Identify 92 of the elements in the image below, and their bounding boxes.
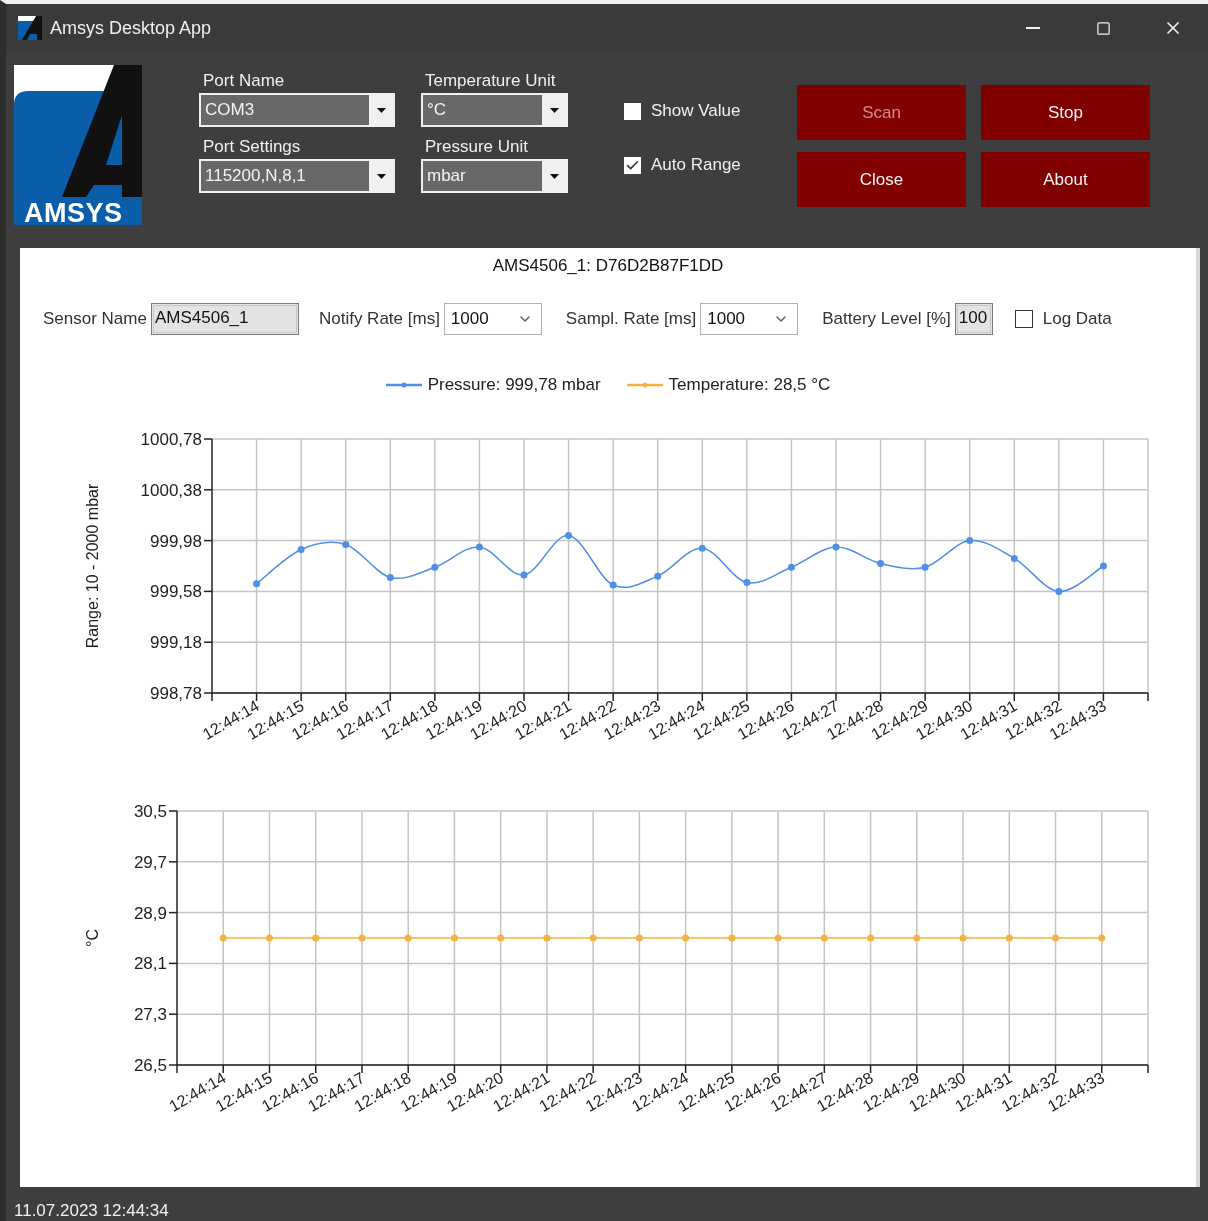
data-point	[450, 934, 458, 942]
checkbox-label: Show Value	[651, 101, 741, 121]
text-field[interactable]: 100	[954, 302, 993, 335]
data-point	[728, 934, 736, 942]
data-point	[832, 543, 840, 550]
data-point	[266, 934, 273, 942]
data-point	[913, 934, 921, 942]
y-tick-label: 26,5	[133, 1055, 167, 1075]
data-point	[565, 531, 573, 539]
combo-label: Pressure Unit	[424, 137, 529, 157]
combo-label: Port Name	[202, 71, 286, 91]
maximize-icon	[1095, 20, 1111, 36]
data-point	[774, 934, 782, 942]
legend-label: Temperature: 28,5 °C	[668, 374, 831, 395]
checkbox-label: Auto Range	[651, 155, 741, 175]
data-point	[404, 934, 412, 942]
data-point	[1098, 934, 1106, 942]
data-point	[589, 934, 597, 942]
data-point	[877, 559, 885, 567]
data-point	[253, 579, 261, 587]
y-tick-label: 999,18	[150, 632, 202, 652]
dropdown[interactable]: °C	[421, 93, 568, 127]
dropdown[interactable]: mbar	[421, 159, 568, 193]
caret-icon	[376, 107, 386, 113]
data-point	[543, 934, 551, 942]
status-timestamp: 11.07.2023 12:44:34	[13, 1200, 170, 1221]
data-point	[921, 563, 929, 571]
data-point	[297, 545, 305, 553]
field-label: Notify Rate [ms]	[318, 308, 440, 329]
combo-label: Port Settings	[202, 137, 302, 157]
action-button[interactable]: Stop	[981, 85, 1150, 140]
data-point	[386, 573, 394, 581]
combo-label: Temperature Unit	[424, 71, 557, 91]
y-tick-label: 1000,78	[140, 429, 202, 449]
data-point	[497, 934, 505, 942]
checkbox[interactable]	[624, 102, 641, 120]
caret-icon	[549, 173, 559, 179]
data-point	[743, 578, 751, 586]
data-point	[475, 543, 483, 550]
y-tick-label: 27,3	[133, 1004, 167, 1024]
data-point	[609, 581, 617, 589]
data-point	[312, 934, 320, 942]
checkbox[interactable]	[624, 156, 641, 174]
dropdown[interactable]: 1000	[700, 302, 799, 335]
data-point	[635, 934, 643, 942]
data-point	[219, 934, 227, 942]
data-point	[820, 934, 828, 942]
text-field[interactable]: AMS4506_1	[150, 302, 299, 335]
y-tick-label: 998,78	[150, 683, 202, 703]
action-button[interactable]: About	[981, 152, 1150, 207]
app-icon	[18, 16, 42, 40]
minimize-icon	[1026, 27, 1040, 29]
axis-title: °C	[84, 928, 101, 947]
y-tick-label: 999,98	[150, 531, 202, 551]
y-tick-label: 28,1	[133, 953, 167, 973]
window-title: Amsys Desktop App	[50, 17, 213, 39]
dropdown[interactable]: 1000	[443, 302, 542, 335]
axis-title: Range: 10 - 2000 mbar	[84, 483, 101, 648]
data-point	[1099, 562, 1107, 570]
data-point	[1052, 934, 1059, 942]
y-tick-label: 999,58	[150, 581, 202, 601]
legend-label: Pressure: 999,78 mbar	[427, 374, 601, 395]
checkbox-label: Log Data	[1042, 308, 1112, 329]
data-point	[682, 934, 690, 942]
y-tick-label: 30,5	[133, 801, 167, 821]
data-point	[431, 563, 439, 571]
logo-text: AMSYS	[24, 200, 123, 227]
field-label: Battery Level [%]	[822, 308, 951, 329]
data-point	[358, 934, 366, 942]
action-button[interactable]: Close	[797, 152, 966, 207]
y-tick-label: 29,7	[133, 852, 167, 872]
caret-icon	[376, 173, 386, 179]
data-point	[1005, 934, 1013, 942]
y-tick-label: 28,9	[133, 903, 167, 923]
data-point	[867, 934, 875, 942]
data-point	[520, 570, 528, 578]
field-label: Sensor Name	[43, 308, 147, 329]
data-point	[654, 572, 662, 580]
caret-icon	[549, 107, 559, 113]
data-point	[698, 544, 706, 552]
dropdown[interactable]: 115200,N,8,1	[199, 159, 395, 193]
data-point	[1055, 587, 1063, 595]
data-point	[959, 934, 967, 942]
checkbox[interactable]	[1014, 309, 1033, 328]
sensor-title: AMS4506_1: D76D2B87F1DD	[491, 254, 725, 277]
dropdown[interactable]: COM3	[199, 93, 395, 127]
field-label: Sampl. Rate [ms]	[565, 308, 697, 329]
data-point	[787, 563, 795, 571]
data-point	[342, 540, 350, 548]
data-point	[1010, 554, 1018, 562]
y-tick-label: 1000,38	[140, 480, 202, 500]
data-point	[966, 536, 974, 544]
